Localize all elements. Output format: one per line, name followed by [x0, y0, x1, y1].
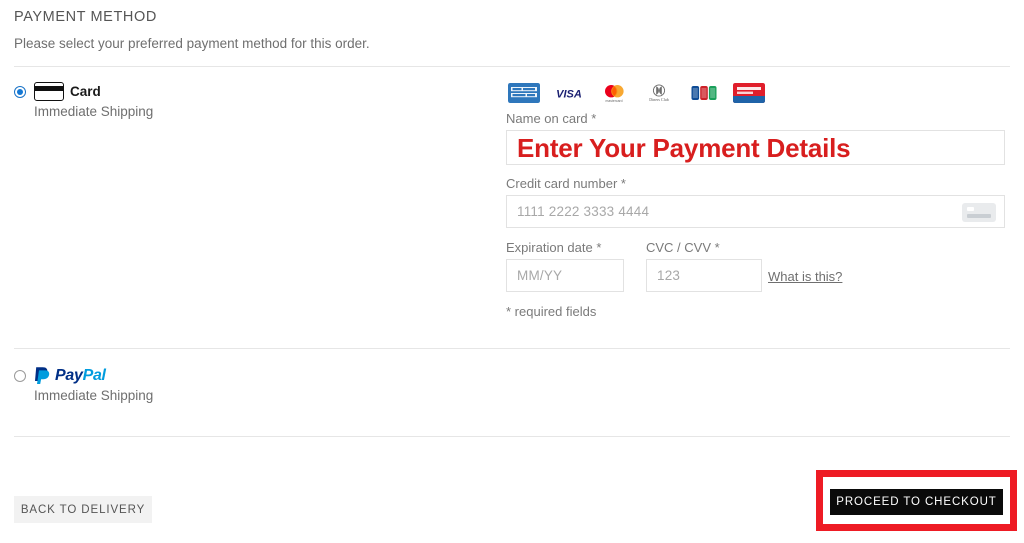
- page-subtitle: Please select your preferred payment met…: [14, 36, 370, 51]
- expiration-date-placeholder: MM/YY: [517, 268, 563, 283]
- label-cvc: CVC / CVV *: [646, 240, 720, 255]
- label-credit-card-number: Credit card number *: [506, 176, 626, 191]
- payment-method-card-label: Card: [34, 82, 101, 101]
- mastercard-icon: mastercard: [598, 83, 630, 103]
- cvc-placeholder: 123: [657, 268, 681, 283]
- payment-method-card-name: Card: [70, 84, 101, 99]
- card-scan-icon[interactable]: [962, 203, 996, 222]
- jcb-icon: [688, 83, 720, 103]
- accepted-card-brands: VISA mastercard Diners Club: [508, 83, 765, 103]
- visa-icon: VISA: [553, 83, 585, 103]
- credit-card-icon: [34, 82, 64, 101]
- name-on-card-input[interactable]: Enter Your Payment Details: [506, 130, 1005, 165]
- required-fields-note: * required fields: [506, 304, 597, 319]
- label-name-on-card: Name on card *: [506, 111, 597, 126]
- credit-card-number-placeholder: 1111 2222 3333 4444: [517, 204, 650, 219]
- checkout-payment-page: PAYMENT METHOD Please select your prefer…: [0, 0, 1024, 543]
- american-express-icon: [508, 83, 540, 103]
- divider-bottom: [14, 436, 1010, 437]
- paypal-wordmark: PayPal: [55, 366, 106, 384]
- credit-card-number-input[interactable]: 1111 2222 3333 4444: [506, 195, 1005, 228]
- divider-top: [14, 66, 1010, 67]
- radio-paypal[interactable]: [14, 370, 26, 382]
- name-on-card-value: Enter Your Payment Details: [517, 132, 851, 163]
- what-is-this-link[interactable]: What is this?: [768, 269, 842, 284]
- payment-method-paypal-label: PayPal: [34, 366, 106, 385]
- discover-icon: [733, 83, 765, 103]
- svg-text:mastercard: mastercard: [606, 99, 623, 103]
- back-to-delivery-button[interactable]: BACK TO DELIVERY: [14, 496, 152, 523]
- payment-method-card-sublabel: Immediate Shipping: [34, 104, 154, 119]
- paypal-icon: PayPal: [34, 366, 106, 385]
- svg-text:Diners Club: Diners Club: [649, 97, 668, 102]
- cvc-input[interactable]: 123: [646, 259, 762, 292]
- proceed-to-checkout-button[interactable]: PROCEED TO CHECKOUT: [830, 489, 1003, 515]
- svg-text:VISA: VISA: [556, 89, 582, 101]
- radio-card[interactable]: [14, 86, 26, 98]
- expiration-date-input[interactable]: MM/YY: [506, 259, 624, 292]
- page-title: PAYMENT METHOD: [14, 9, 157, 25]
- label-expiration-date: Expiration date *: [506, 240, 602, 255]
- payment-method-paypal-sublabel: Immediate Shipping: [34, 388, 154, 403]
- diners-club-icon: Diners Club: [643, 83, 675, 103]
- divider-middle: [14, 348, 1010, 349]
